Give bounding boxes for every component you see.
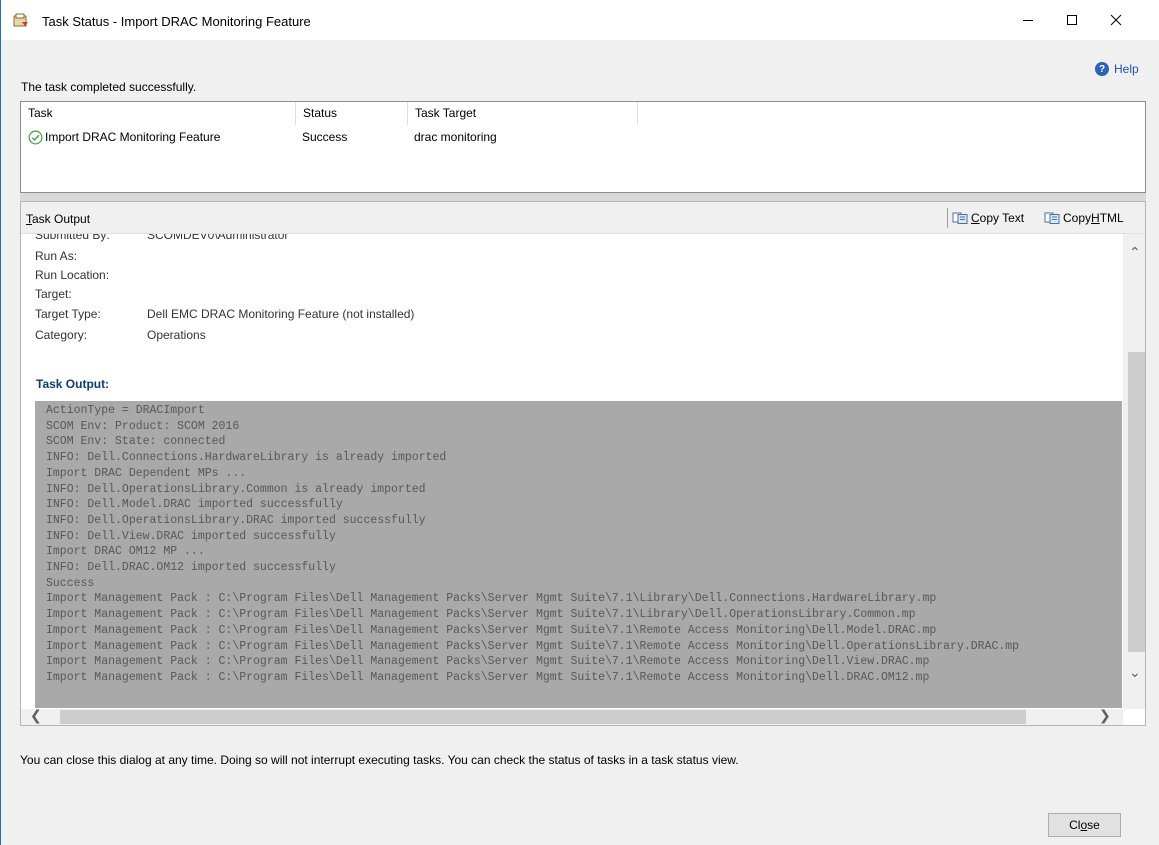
log-line: Import Management Pack : C:\Program File…	[46, 623, 937, 637]
task-output-content[interactable]: Submitted By: SCOMDEV0\Administrator Run …	[21, 234, 1122, 709]
detail-label: Run As:	[35, 249, 78, 263]
task-status-icon	[13, 13, 28, 27]
maximize-icon	[1067, 15, 1077, 25]
log-line: SCOM Env: State: connected	[46, 435, 226, 449]
task-output-log: ActionType = DRACImport SCOM Env: Produc…	[35, 401, 1122, 708]
log-line: INFO: Dell.OperationsLibrary.Common is a…	[46, 482, 426, 496]
help-label: Help	[1114, 62, 1139, 76]
title-rest: ask Output	[32, 212, 91, 226]
task-name: Import DRAC Monitoring Feature	[45, 130, 221, 144]
vertical-scroll-thumb[interactable]	[1128, 352, 1145, 652]
detail-row-run-as: Run As:	[35, 247, 147, 265]
task-output-header: Task Output Copy Text Copy H TML	[21, 202, 1145, 234]
detail-label: Target:	[35, 287, 72, 301]
close-post: se	[1087, 818, 1100, 832]
detail-value: SCOMDEV0\Administrator	[147, 234, 289, 242]
log-line: Import DRAC OM12 MP ...	[46, 545, 205, 559]
detail-label: Category:	[35, 328, 88, 342]
scroll-up-icon[interactable]: ⌃	[1129, 244, 1141, 261]
detail-row-target-type: Target Type: Dell EMC DRAC Monitoring Fea…	[35, 305, 414, 323]
log-line: Import Management Pack : C:\Program File…	[46, 592, 937, 606]
copy-html-post: TML	[1099, 211, 1124, 225]
detail-label: Submitted By:	[35, 234, 110, 242]
copy-text-post: opy Text	[979, 211, 1025, 225]
close-window-button[interactable]	[1094, 6, 1138, 34]
grid-header: Task Status Task Target	[21, 102, 1145, 125]
horizontal-scroll-thumb[interactable]	[60, 710, 1026, 724]
log-line: SCOM Env: Product: SCOM 2016	[46, 419, 240, 433]
column-header-task-target[interactable]: Task Target	[408, 102, 638, 125]
detail-label: Target Type:	[35, 307, 101, 321]
table-row[interactable]: Import DRAC Monitoring Feature Success d…	[21, 127, 1145, 147]
detail-row-target: Target:	[35, 285, 147, 303]
log-line: INFO: Dell.Connections.HardwareLibrary i…	[46, 451, 447, 465]
close-icon	[1110, 14, 1122, 26]
detail-row-submitted-by: Submitted By: SCOMDEV0\Administrator	[35, 234, 288, 244]
log-line: INFO: Dell.DRAC.OM12 imported successful…	[46, 561, 336, 574]
close-pre: Cl	[1069, 818, 1081, 832]
log-line: Import Management Pack : C:\Program File…	[46, 639, 1020, 653]
scroll-right-icon[interactable]: ❯	[1099, 707, 1111, 724]
copy-html-button[interactable]: Copy H TML	[1044, 211, 1124, 225]
task-output-label: Task Output:	[36, 377, 110, 391]
copy-text-accel: C	[971, 211, 980, 225]
task-target: drac monitoring	[414, 130, 497, 144]
column-header-status[interactable]: Status	[296, 102, 408, 125]
title-bar: Task Status - Import DRAC Monitoring Fea…	[1, 0, 1159, 40]
log-line: INFO: Dell.OperationsLibrary.DRAC import…	[46, 513, 426, 527]
footer-note: You can close this dialog at any time. D…	[20, 753, 739, 767]
log-line: INFO: Dell.View.DRAC imported successful…	[46, 529, 336, 543]
task-grid: Task Status Task Target Import DRAC Moni…	[20, 101, 1146, 193]
maximize-button[interactable]	[1050, 6, 1094, 34]
success-check-icon	[28, 130, 43, 144]
detail-row-run-location: Run Location:	[35, 266, 147, 284]
task-status: Success	[302, 130, 348, 144]
scroll-left-icon[interactable]: ❮	[30, 707, 42, 724]
log-line: INFO: Dell.Model.DRAC imported successfu…	[46, 498, 343, 512]
copy-icon	[952, 212, 968, 224]
horizontal-scrollbar[interactable]: ❮ ❯	[21, 707, 1123, 725]
log-line: Import Management Pack : C:\Program File…	[46, 655, 930, 669]
log-line: Import DRAC Dependent MPs ...	[46, 466, 247, 480]
log-line: Import Management Pack : C:\Program File…	[46, 670, 930, 684]
task-cell: Import DRAC Monitoring Feature	[28, 127, 220, 147]
log-line: Success	[46, 576, 95, 590]
help-link[interactable]: ? Help	[1095, 62, 1139, 76]
copy-text-button[interactable]: Copy Text	[952, 211, 1024, 225]
minimize-icon	[1023, 20, 1033, 21]
window-title: Task Status - Import DRAC Monitoring Fea…	[42, 14, 311, 29]
log-line: ActionType = DRACImport	[46, 404, 205, 417]
vertical-scrollbar[interactable]: ⌃ ⌄	[1123, 234, 1145, 709]
scroll-down-icon[interactable]: ⌄	[1129, 664, 1141, 681]
detail-value: Operations	[147, 328, 206, 342]
toolbar-separator	[947, 208, 948, 228]
minimize-button[interactable]	[1006, 6, 1050, 34]
copy-html-pre: Copy	[1063, 211, 1092, 225]
status-message: The task completed successfully.	[21, 80, 197, 94]
close-accel: o	[1080, 818, 1088, 832]
window-border	[0, 0, 1, 845]
task-output-panel: Task Output Copy Text Copy H TML Submitte…	[20, 201, 1146, 726]
log-line: Import Management Pack : C:\Program File…	[46, 608, 916, 622]
copy-html-accel: H	[1091, 211, 1100, 225]
detail-value: Dell EMC DRAC Monitoring Feature (not in…	[147, 307, 415, 321]
detail-label: Run Location:	[35, 268, 110, 282]
help-icon: ?	[1095, 62, 1109, 76]
column-header-task[interactable]: Task	[21, 102, 296, 125]
splitter[interactable]	[20, 193, 1146, 201]
close-button[interactable]: Cl o se	[1048, 813, 1121, 837]
detail-row-category: Category: Operations	[35, 326, 206, 344]
copy-icon	[1044, 212, 1060, 224]
task-output-title: Task Output	[26, 212, 90, 226]
